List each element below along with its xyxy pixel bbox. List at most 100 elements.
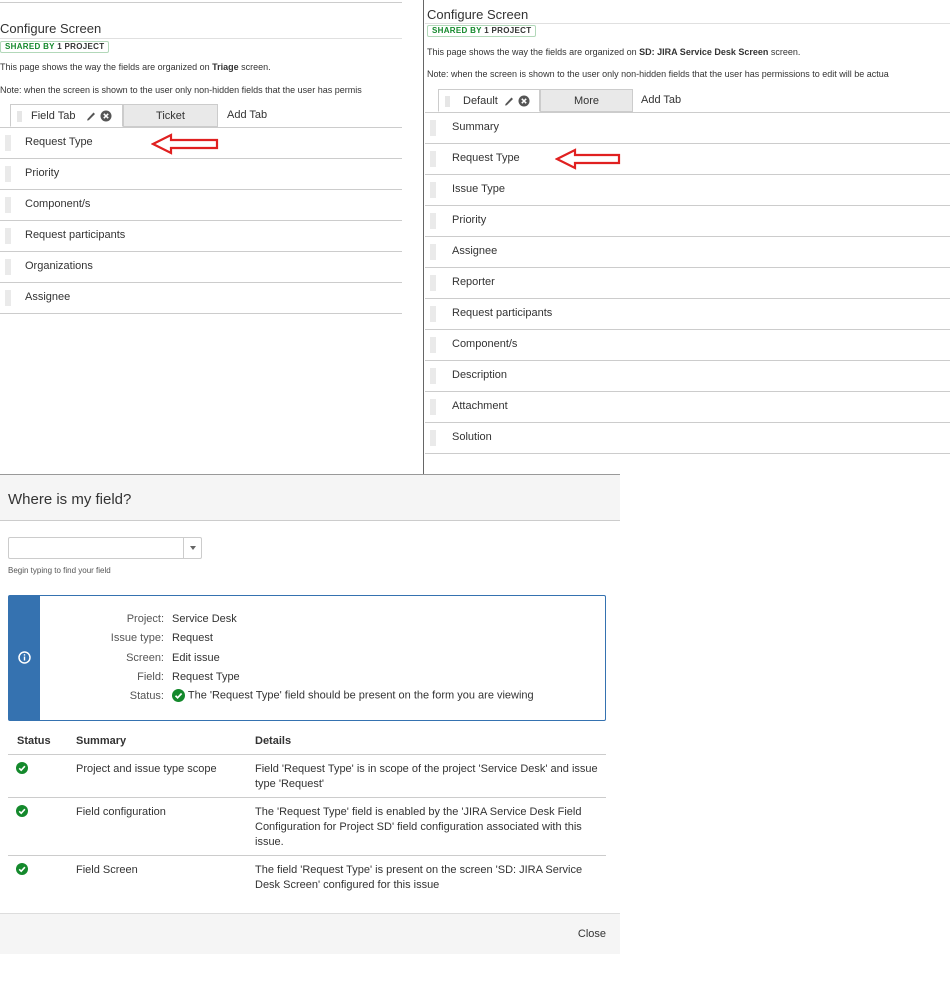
field-row-label: Issue Type [452, 183, 505, 195]
drag-handle-icon[interactable] [430, 275, 436, 291]
field-row[interactable]: Issue Type [425, 175, 950, 206]
drag-handle-icon[interactable] [430, 120, 436, 136]
dialog-header-divider [0, 520, 620, 521]
close-button[interactable]: Close [578, 928, 606, 940]
check-circle-icon [16, 805, 28, 817]
field-row[interactable]: Component/s [425, 330, 950, 361]
field-row[interactable]: Solution [425, 423, 950, 454]
drag-handle-icon[interactable] [430, 368, 436, 384]
drag-handle-icon[interactable] [430, 306, 436, 322]
table-divider [8, 855, 606, 856]
tab-default[interactable]: Default [438, 89, 540, 112]
info-icon [18, 651, 31, 664]
tab-bar: Default More Add Tab [425, 89, 950, 113]
field-row[interactable]: Assignee [425, 237, 950, 268]
drag-handle-icon[interactable] [430, 337, 436, 353]
field-row[interactable]: Attachment [425, 392, 950, 423]
field-row-label: Request participants [452, 307, 553, 319]
drag-handle-icon[interactable] [17, 111, 22, 122]
field-row[interactable]: Organizations [0, 252, 402, 283]
screen-value: Edit issue [172, 652, 220, 664]
drag-handle-icon[interactable] [430, 213, 436, 229]
page-title: Configure Screen [427, 7, 529, 22]
field-row-label: Summary [452, 121, 500, 133]
tab-more[interactable]: More [540, 89, 633, 112]
field-value: Request Type [172, 671, 240, 683]
desc-text-end: screen. [770, 47, 801, 57]
field-row[interactable]: Request Type [425, 144, 950, 175]
shared-badge-prefix: SHARED BY [432, 26, 482, 35]
drag-handle-icon[interactable] [430, 244, 436, 260]
table-divider [8, 754, 606, 755]
desc-screen-name: Triage [212, 62, 239, 72]
drag-handle-icon[interactable] [5, 166, 11, 182]
remove-circle-icon[interactable] [100, 110, 112, 122]
drag-handle-icon[interactable] [445, 96, 450, 107]
issue-type-value: Request [172, 632, 213, 644]
remove-circle-icon[interactable] [518, 95, 530, 107]
table-row-summary: Project and issue type scope [76, 763, 217, 775]
add-tab-link[interactable]: Add Tab [227, 104, 287, 127]
drag-handle-icon[interactable] [5, 197, 11, 213]
field-row[interactable]: Request participants [0, 221, 402, 252]
shared-badge-suffix: PROJECT [64, 42, 105, 51]
field-row-label: Request Type [452, 152, 520, 164]
tab-ticket[interactable]: Ticket [123, 104, 218, 127]
shared-badge[interactable]: SHARED BY 1 PROJECT [427, 25, 537, 37]
drag-handle-icon[interactable] [430, 399, 436, 415]
drag-handle-icon[interactable] [5, 259, 11, 275]
field-row[interactable]: Request participants [425, 299, 950, 330]
where-is-my-field-dialog: Where is my field? Begin typing to find … [0, 474, 620, 954]
field-row[interactable]: Priority [0, 159, 402, 190]
pencil-icon[interactable] [504, 95, 514, 107]
check-circle-icon [16, 863, 28, 875]
drag-handle-icon[interactable] [430, 151, 436, 167]
project-label: Project: [126, 613, 164, 625]
drag-handle-icon[interactable] [5, 290, 11, 306]
table-row-details: The 'Request Type' field is enabled by t… [255, 806, 582, 848]
field-row[interactable]: Assignee [0, 283, 402, 314]
red-arrow-icon [151, 133, 219, 155]
page-title: Configure Screen [0, 21, 102, 36]
field-row-label: Description [452, 369, 508, 381]
project-value: Service Desk [172, 613, 237, 625]
field-row[interactable]: Priority [425, 206, 950, 237]
field-row[interactable]: Description [425, 361, 950, 392]
shared-badge[interactable]: SHARED BY 1 PROJECT [0, 41, 110, 53]
table-row-details: Field 'Request Type' is in scope of the … [255, 763, 598, 790]
field-row-label: Attachment [452, 400, 508, 412]
search-hint: Begin typing to find your field [8, 566, 111, 575]
pencil-icon[interactable] [86, 110, 96, 122]
field-row-label: Assignee [25, 291, 71, 303]
desc-text-end: screen. [241, 62, 271, 72]
left-configure-screen-panel: Configure Screen SHARED BY 1 PROJECT Thi… [0, 0, 402, 474]
field-label: Field: [137, 671, 164, 683]
shared-badge-prefix: SHARED BY [5, 42, 55, 51]
drag-handle-icon[interactable] [5, 228, 11, 244]
field-row[interactable]: Reporter [425, 268, 950, 299]
field-row-label: Assignee [452, 245, 498, 257]
screen-description: This page shows the way the fields are o… [0, 62, 271, 72]
drag-handle-icon[interactable] [430, 182, 436, 198]
red-arrow-icon [555, 148, 621, 170]
col-header-summary: Summary [76, 735, 127, 747]
title-divider [425, 23, 950, 24]
field-row-label: Request Type [25, 136, 93, 148]
chevron-down-icon[interactable] [190, 546, 196, 550]
screen-note: Note: when the screen is shown to the us… [427, 69, 889, 79]
drag-handle-icon[interactable] [5, 135, 11, 151]
desc-text: This page shows the way the fields are o… [427, 47, 637, 57]
status-label: Status: [129, 690, 164, 702]
top-divider [0, 2, 402, 3]
drag-handle-icon[interactable] [430, 430, 436, 446]
panel-separator [423, 0, 424, 474]
field-search-select[interactable] [8, 537, 202, 559]
field-info-message: Project: Service Desk Issue type: Reques… [8, 595, 606, 721]
tab-field-tab[interactable]: Field Tab [10, 104, 123, 127]
add-tab-link[interactable]: Add Tab [641, 89, 701, 112]
field-row[interactable]: Component/s [0, 190, 402, 221]
tab-label: Default [463, 95, 498, 107]
field-row[interactable]: Summary [425, 113, 950, 144]
shared-badge-suffix: PROJECT [491, 26, 532, 35]
field-row-label: Request participants [25, 229, 126, 241]
